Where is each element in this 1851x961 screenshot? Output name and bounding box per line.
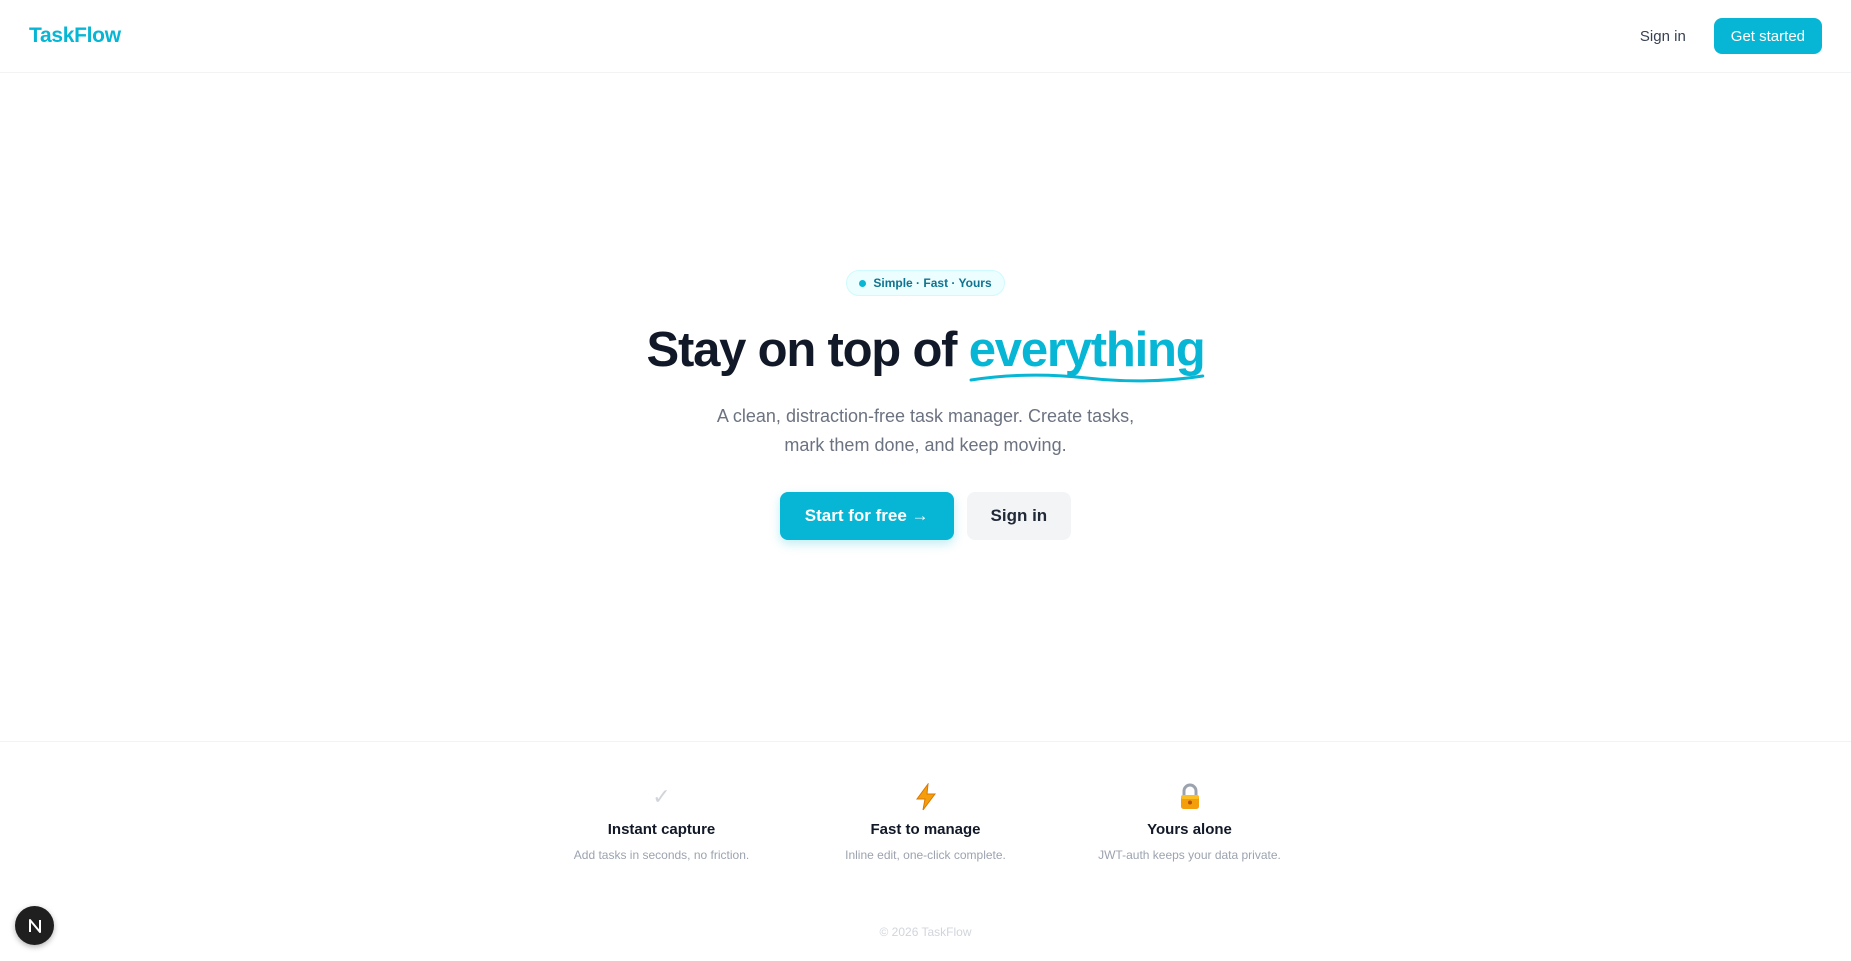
badge-text: Simple · Fast · Yours: [873, 276, 992, 290]
badge-dot-icon: [859, 279, 867, 287]
feature-item: Fast to manage Inline edit, one-click co…: [794, 742, 1058, 891]
start-free-button[interactable]: Start for free →: [779, 492, 954, 540]
lightning-icon: [914, 782, 938, 812]
hero-cta-row: Start for free → Sign in: [779, 492, 1072, 540]
hero-signin-button[interactable]: Sign in: [966, 492, 1072, 540]
tagline-badge: Simple · Fast · Yours: [846, 270, 1005, 296]
features-section: ✓ Instant capture Add tasks in seconds, …: [0, 741, 1851, 891]
site-header: TaskFlow Sign in Get started: [0, 0, 1851, 73]
feature-title: Yours alone: [1147, 821, 1232, 838]
headline-prefix: Stay on top of: [646, 323, 969, 377]
feature-desc: Inline edit, one-click complete.: [845, 848, 1006, 862]
headline-accent-wrap: everything: [968, 320, 1206, 383]
get-started-button[interactable]: Get started: [1713, 18, 1822, 54]
header-nav: Sign in Get started: [1640, 18, 1822, 54]
lock-icon: [1178, 782, 1202, 812]
feature-title: Fast to manage: [870, 821, 981, 838]
logo[interactable]: TaskFlow: [29, 24, 121, 48]
header-signin-link[interactable]: Sign in: [1640, 28, 1686, 45]
n-glyph-icon: [28, 918, 41, 933]
feature-desc: Add tasks in seconds, no friction.: [573, 848, 750, 862]
footer-copyright: © 2026 TaskFlow: [879, 925, 972, 939]
feature-desc: JWT-auth keeps your data private.: [1098, 848, 1281, 862]
feature-title: Instant capture: [607, 821, 716, 838]
feature-item: ✓ Instant capture Add tasks in seconds, …: [530, 742, 794, 891]
headline-accent: everything: [968, 323, 1206, 377]
hero-headline: Stay on top of everything: [646, 320, 1206, 383]
hero-section: Simple · Fast · Yours Stay on top of eve…: [0, 73, 1851, 741]
feature-item: Yours alone JWT-auth keeps your data pri…: [1058, 742, 1322, 891]
underline-squiggle-icon: [969, 373, 1205, 383]
check-icon: ✓: [652, 784, 671, 809]
hero-subtitle: A clean, distraction-free task manager. …: [716, 406, 1135, 455]
nextjs-n-icon[interactable]: [15, 906, 54, 945]
